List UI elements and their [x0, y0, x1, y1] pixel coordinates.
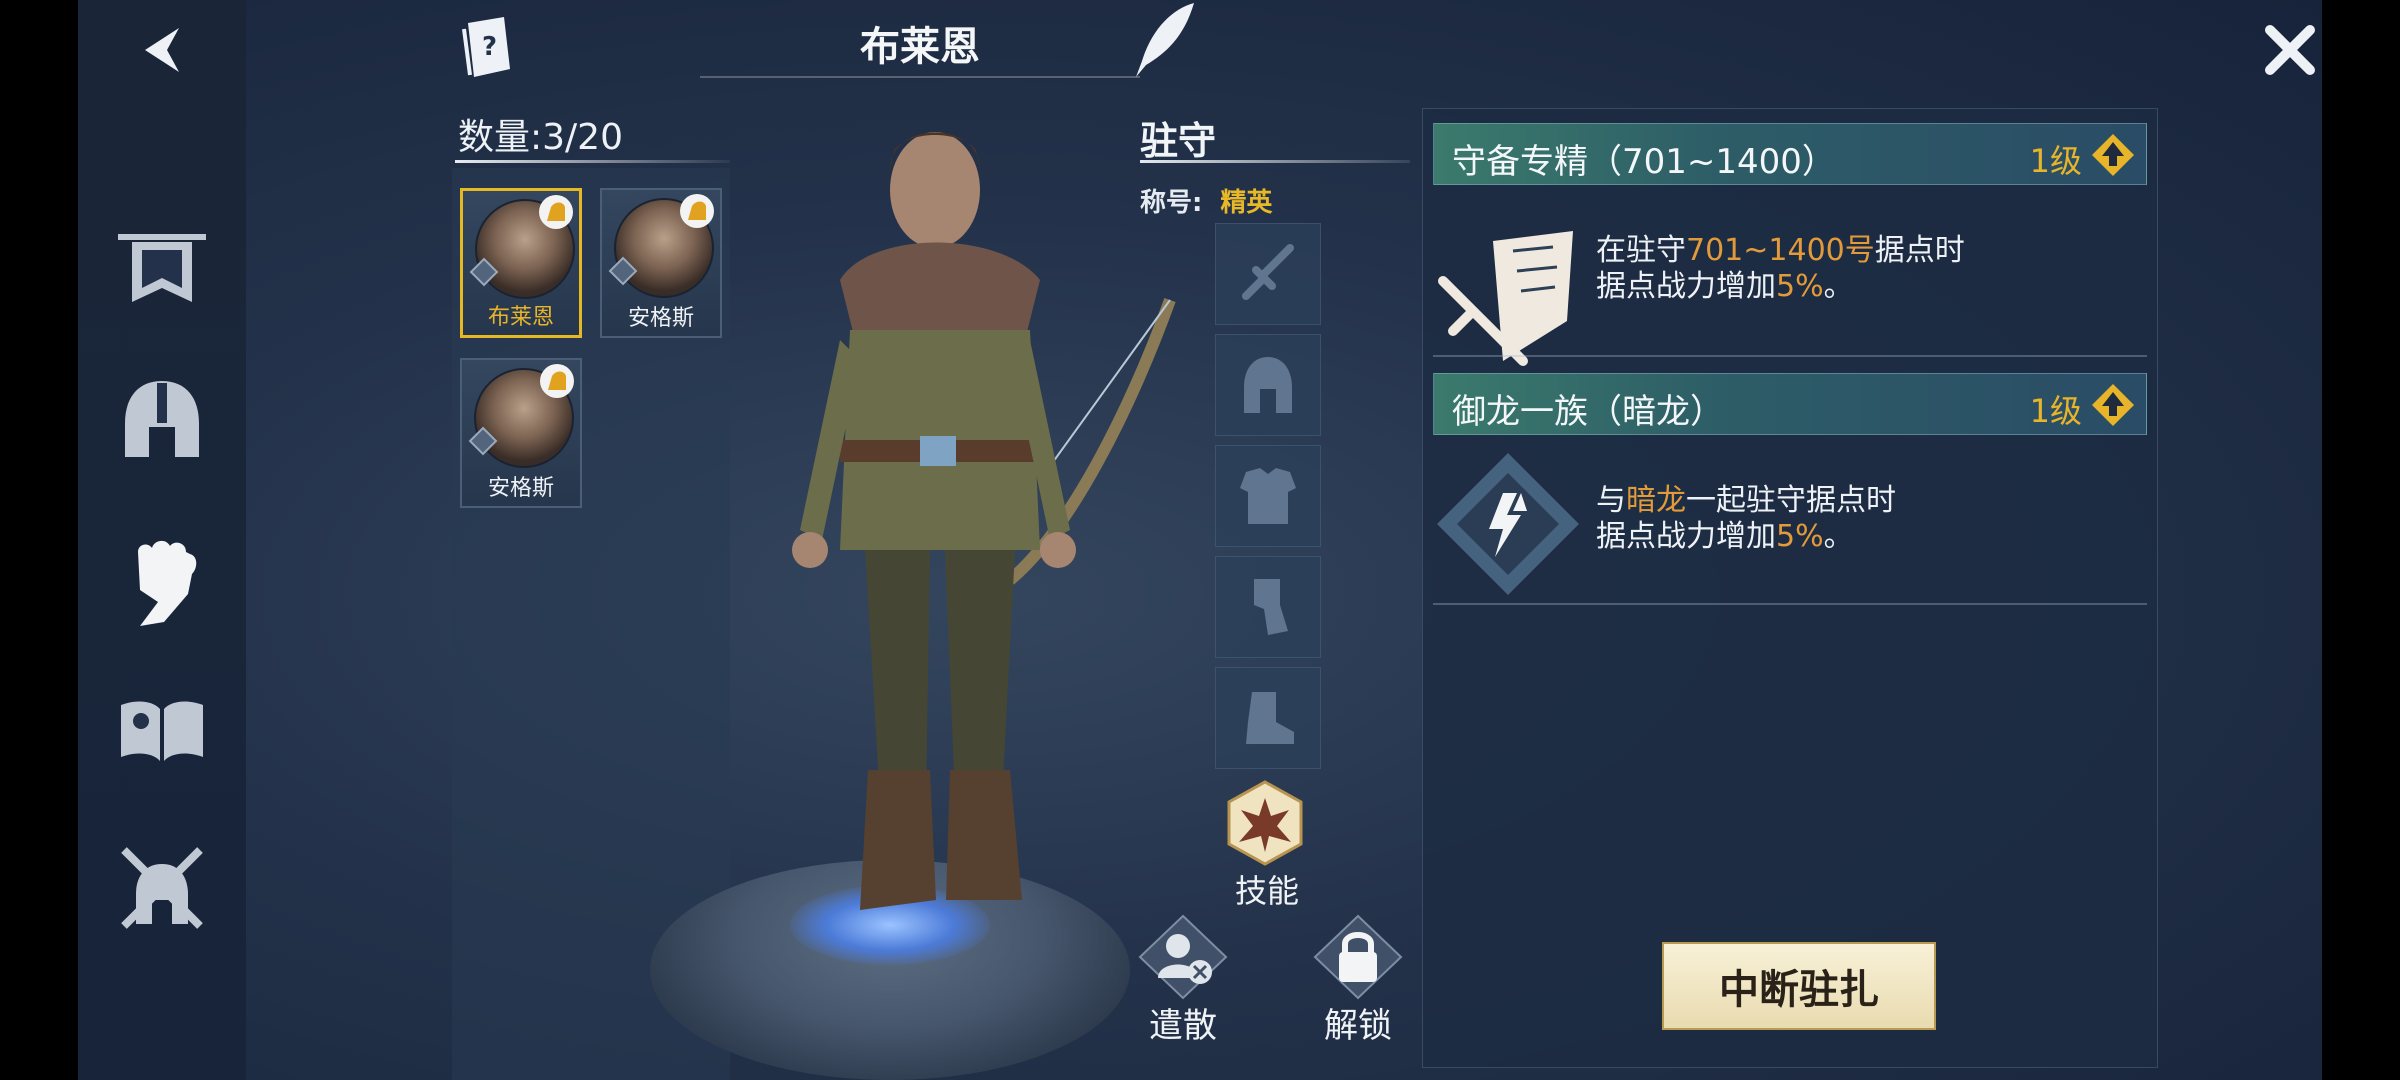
garrison-divider — [1140, 160, 1410, 163]
banner-icon — [118, 233, 206, 302]
hero-name: 布莱恩 — [487, 305, 554, 330]
desc-highlight: 5% — [1776, 519, 1824, 554]
count-divider — [455, 160, 730, 163]
unlock-label: 解锁 — [1324, 1006, 1392, 1046]
back-button[interactable] — [135, 22, 191, 78]
equip-slot-legs[interactable] — [1215, 556, 1321, 658]
rank-icon — [608, 256, 638, 286]
sidebar-helmet-tab[interactable] — [112, 375, 212, 465]
skill-level: 1级 — [2029, 142, 2082, 180]
level-up-arrow-icon[interactable] — [2090, 132, 2136, 178]
armor-icon — [1240, 468, 1296, 524]
question-book-icon: ? — [462, 17, 510, 77]
equip-slot-weapon[interactable] — [1215, 223, 1321, 325]
desc-text: 与 — [1596, 483, 1626, 518]
lock-icon — [1313, 914, 1402, 1000]
dismiss-label: 遣散 — [1149, 1006, 1217, 1046]
hero-model[interactable] — [740, 110, 1200, 930]
unlock-button[interactable] — [1310, 912, 1405, 1002]
skill-description: 与暗龙一起驻守据点时 据点战力增加5%。 — [1596, 483, 1896, 555]
desc-text: 一起驻守据点时 — [1686, 483, 1896, 518]
level-up-arrow-icon[interactable] — [2090, 382, 2136, 428]
skill-info-panel: 守备专精（701~1400） 1级 在驻守701~1400号据点时 据点战力增加… — [1422, 108, 2158, 1068]
title-key: 称号: — [1140, 188, 1203, 218]
hero-name: 安格斯 — [487, 476, 554, 501]
skill-divider — [1433, 603, 2147, 605]
leg-armor-icon — [1254, 579, 1288, 635]
skill-desc-line: 据点战力增加5%。 — [1596, 519, 1896, 555]
rank-icon — [469, 257, 499, 287]
skill-name: 御龙一族（暗龙） — [1452, 392, 1724, 432]
gold-lion-badge-icon — [539, 195, 573, 229]
svg-text:?: ? — [482, 32, 497, 62]
lightning-dragon-skill-icon — [1437, 453, 1579, 595]
equip-slot-helmet[interactable] — [1215, 334, 1321, 436]
skill-header: 御龙一族（暗龙） 1级 — [1433, 373, 2147, 435]
equip-slot-armor[interactable] — [1215, 445, 1321, 547]
skill-desc-line: 在驻守701~1400号据点时 — [1596, 233, 1965, 269]
help-book-button[interactable]: ? — [458, 14, 518, 80]
desc-highlight: 701~1400号 — [1686, 233, 1875, 268]
desc-text: 据点战力增加 — [1596, 269, 1776, 304]
skill-emblem-icon — [1227, 780, 1303, 866]
skill-name: 守备专精（701~1400） — [1452, 142, 1836, 182]
close-icon — [2265, 25, 2315, 75]
desc-text: 。 — [1823, 269, 1854, 304]
sword-icon — [1242, 244, 1294, 300]
skill-label: 技能 — [1234, 872, 1299, 910]
stop-garrison-button[interactable]: 中断驻扎 — [1662, 942, 1936, 1030]
desc-text: 。 — [1823, 519, 1854, 554]
desc-text: 据点战力增加 — [1596, 519, 1776, 554]
hero-card[interactable]: 布莱恩 — [460, 188, 582, 338]
sidebar-battle-tab[interactable] — [112, 840, 212, 935]
rename-button[interactable] — [1130, 0, 1200, 80]
desc-highlight: 暗龙 — [1626, 483, 1686, 518]
desc-text: 在驻守 — [1596, 233, 1686, 268]
sidebar-fist-tab[interactable] — [112, 530, 212, 630]
hero-title-row: 称号: 精英 — [1140, 182, 1272, 219]
shield-sword-skill-icon — [1438, 231, 1573, 366]
skill-desc-line: 据点战力增加5%。 — [1596, 269, 1965, 305]
close-button[interactable] — [2262, 22, 2318, 78]
hero-name: 安格斯 — [627, 306, 694, 331]
crossed-swords-helmet-icon — [121, 846, 203, 929]
rank-icon — [468, 426, 498, 456]
fist-icon — [138, 540, 197, 626]
hero-count: 数量:3/20 — [458, 117, 623, 158]
dismiss-button[interactable] — [1135, 912, 1230, 1002]
book-icon — [121, 701, 203, 761]
dismiss-person-icon — [1138, 914, 1227, 1000]
gold-lion-badge-icon — [680, 194, 714, 228]
skill-header: 守备专精（701~1400） 1级 — [1433, 123, 2147, 185]
title-value: 精英 — [1220, 188, 1273, 218]
desc-highlight: 5% — [1776, 269, 1824, 304]
gold-lion-badge-icon — [540, 364, 574, 398]
helmet-icon — [1244, 357, 1292, 413]
hero-card[interactable]: 安格斯 — [600, 188, 722, 338]
sidebar-book-tab[interactable] — [112, 690, 212, 770]
boots-icon — [1246, 692, 1294, 744]
back-arrow-icon — [145, 28, 179, 72]
helmet-icon — [125, 381, 199, 457]
hero-card[interactable]: 安格斯 — [460, 358, 582, 508]
feather-quill-icon — [1136, 3, 1194, 77]
hero-name-title: 布莱恩 — [700, 14, 1140, 78]
sidebar-banner-tab[interactable] — [112, 225, 212, 310]
skill-level: 1级 — [2029, 392, 2082, 430]
skill-divider — [1433, 355, 2147, 357]
equip-slot-boots[interactable] — [1215, 667, 1321, 769]
garrison-title: 驻守 — [1140, 119, 1217, 163]
desc-text: 据点时 — [1874, 233, 1965, 268]
skill-desc-line: 与暗龙一起驻守据点时 — [1596, 483, 1896, 519]
skill-button[interactable] — [1225, 780, 1305, 870]
skill-description: 在驻守701~1400号据点时 据点战力增加5%。 — [1596, 233, 1965, 305]
